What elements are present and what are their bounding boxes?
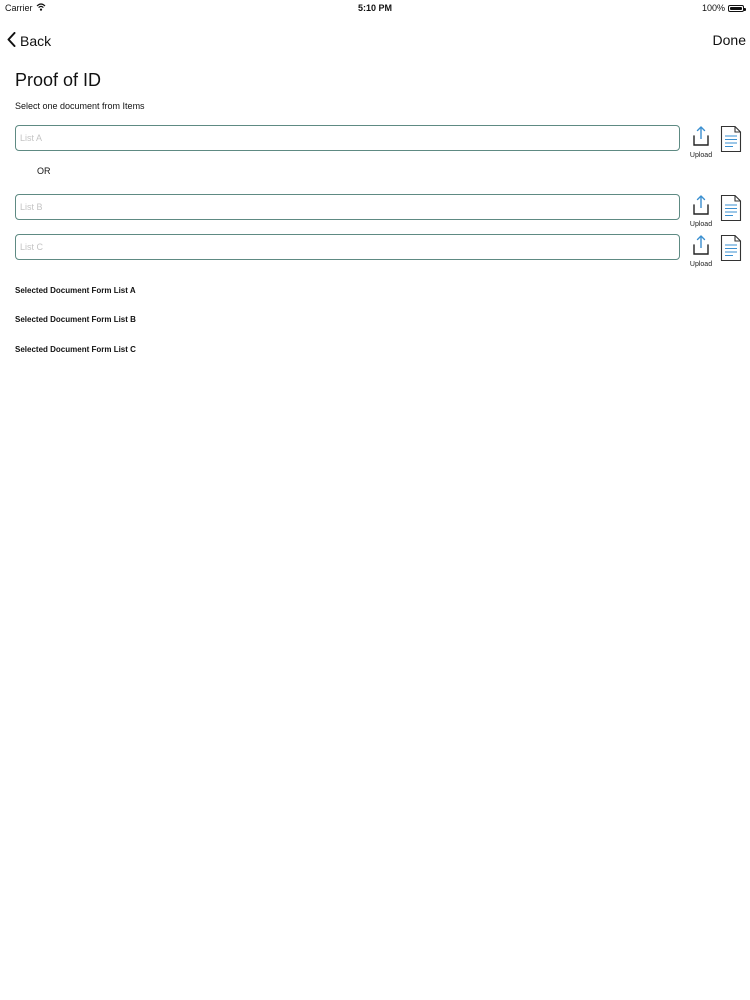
page-title: Proof of ID (15, 70, 102, 90)
battery-percent: 100% (701, 3, 725, 13)
list-c-document-button[interactable] (720, 234, 742, 262)
selected-document-b-label: Selected Document Form List B (15, 315, 136, 324)
selected-document-a-label: Selected Document Form List A (15, 286, 136, 295)
chevron-left-icon (7, 32, 16, 50)
list-b-input[interactable] (15, 194, 680, 220)
upload-label: Upload (689, 261, 713, 268)
upload-icon (690, 234, 712, 261)
back-button[interactable]: Back (7, 32, 51, 50)
list-c-input[interactable] (15, 234, 680, 260)
list-b-document-button[interactable] (720, 194, 742, 222)
document-icon (720, 234, 742, 266)
list-a-upload-button[interactable]: Upload (685, 125, 717, 159)
status-time: 5:10 PM (357, 3, 392, 13)
list-b-upload-button[interactable]: Upload (685, 194, 717, 228)
selected-document-c-label: Selected Document Form List C (15, 345, 136, 354)
status-bar: Carrier 5:10 PM 100% (0, 0, 750, 16)
document-icon (720, 194, 742, 226)
list-a-input[interactable] (15, 125, 680, 151)
list-a-document-button[interactable] (720, 125, 742, 153)
back-label: Back (20, 33, 52, 49)
or-label: OR (37, 166, 51, 176)
battery-icon (728, 4, 746, 12)
upload-icon (690, 125, 712, 152)
upload-label: Upload (689, 221, 713, 228)
list-c-row: Upload (15, 234, 745, 270)
list-b-row: Upload (15, 194, 745, 230)
done-button[interactable]: Done (713, 32, 746, 48)
document-icon (720, 125, 742, 157)
upload-label: Upload (689, 152, 713, 159)
list-c-upload-button[interactable]: Upload (685, 234, 717, 268)
upload-icon (690, 194, 712, 221)
nav-bar: Back Done (0, 28, 750, 54)
list-a-row: Upload (15, 125, 745, 161)
page-subtitle: Select one document from Items (15, 101, 145, 111)
status-battery: 100% (701, 3, 746, 13)
